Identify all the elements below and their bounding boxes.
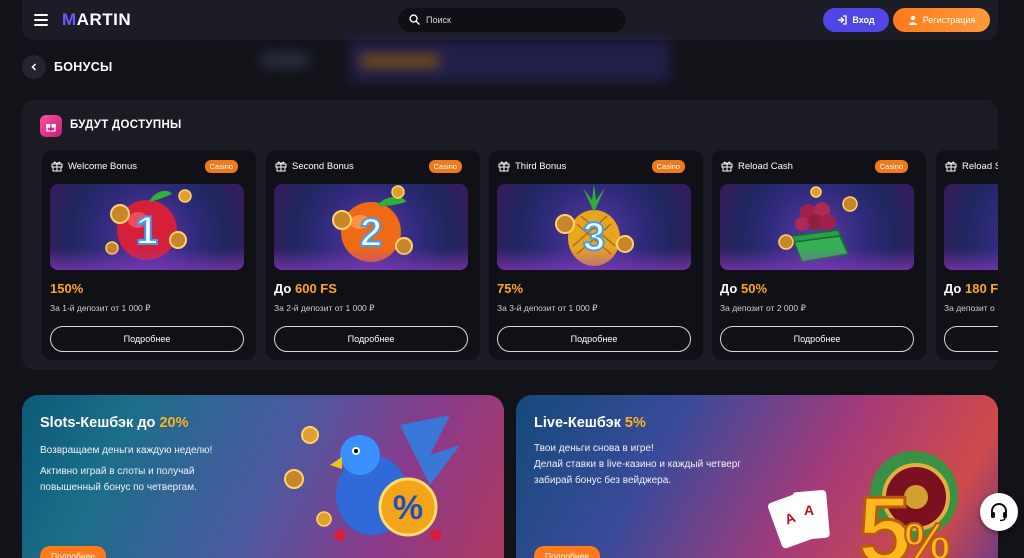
casino-badge: Casino: [428, 160, 462, 173]
bonus-description: За 2-й депозит от 1 000 ₽: [274, 303, 375, 313]
slots-cashback-banner[interactable]: Slots-Кешбэк до 20% Возвращаем деньги ка…: [22, 395, 504, 558]
bonus-card: Reload S До 180 F За депозит о: [936, 150, 998, 360]
card-title: Welcome Bonus: [68, 161, 137, 172]
promo-text: Возвращаем деньги каждую неделю!: [40, 445, 213, 456]
login-button[interactable]: Вход: [823, 8, 889, 32]
bonus-card: Second Bonus Casino 2 До 600 FS За 2-й д…: [266, 150, 480, 360]
promo-title: Slots-Кешбэк до 20%: [40, 415, 188, 431]
amount-value: 180 F: [964, 281, 998, 296]
details-button[interactable]: Подробнее: [497, 326, 691, 352]
bonus-amount: 75%: [497, 281, 523, 296]
bonus-amount: До 180 F: [944, 281, 998, 296]
amount-prefix: До: [720, 281, 741, 296]
bonus-description: За 3-й депозит от 1 000 ₽: [497, 303, 598, 313]
bonus-amount: До 50%: [720, 281, 767, 296]
promo-text: повышенный бонус по четвергам.: [40, 482, 197, 493]
details-button[interactable]: Подробнее: [720, 326, 914, 352]
promo-text: Твои деньги снова в игре!: [534, 443, 654, 454]
amount-value: 75%: [497, 281, 524, 296]
svg-text:%: %: [393, 489, 423, 527]
chevron-left-icon: [31, 63, 37, 71]
register-label: Регистрация: [922, 15, 976, 25]
gift-icon: [51, 161, 63, 172]
bonus-card: Third Bonus Casino 3 75% За 3-й депозит …: [489, 150, 703, 360]
promo-title-text: Slots-Кешбэк до: [40, 415, 160, 431]
svg-text:%: %: [904, 513, 950, 558]
digit-label: 1: [136, 209, 158, 253]
bonus-description: За депозит от 2 000 ₽: [720, 303, 806, 313]
bonus-amount: До 600 FS: [274, 281, 337, 296]
casino-badge: Casino: [651, 160, 685, 173]
gift-icon: [40, 115, 62, 137]
logo-text: ARTIN: [76, 10, 132, 29]
gift-icon: [498, 161, 510, 172]
available-bonuses-section: БУДУТ ДОСТУПНЫ Welcome Bonus Casino 1 15…: [22, 100, 998, 370]
card-title: Reload S: [962, 161, 998, 172]
menu-icon[interactable]: [34, 14, 48, 26]
user-icon: [908, 15, 917, 25]
background-decoration: [250, 40, 670, 82]
casino-five-percent-illustration: A A 5 %: [767, 451, 958, 558]
amount-value: 50%: [740, 281, 768, 296]
promo-text: забирай бонус без вейджера.: [534, 475, 672, 486]
card-title: Second Bonus: [292, 161, 354, 172]
promo-title-highlight: 5%: [624, 415, 646, 431]
amount-prefix: До: [944, 281, 965, 296]
login-label: Вход: [852, 15, 875, 25]
search-box[interactable]: [398, 8, 626, 32]
bonus-description: За 1-й депозит от 1 000 ₽: [50, 303, 151, 313]
login-icon: [838, 15, 848, 25]
amount-prefix: До: [274, 281, 295, 296]
card-title: Reload Cash: [738, 161, 793, 172]
casino-badge: Casino: [204, 160, 238, 173]
support-chat-button[interactable]: [980, 493, 1018, 531]
back-button[interactable]: [22, 55, 46, 79]
casino-badge: Casino: [874, 160, 908, 173]
bonus-card: Welcome Bonus Casino 1 150% За 1-й депоз…: [42, 150, 256, 360]
details-button[interactable]: Подробнее: [50, 326, 244, 352]
promo-title-text: Live-Кешбэк: [534, 415, 625, 431]
gift-icon: [721, 161, 733, 172]
bonus-illustration: 3: [497, 184, 691, 270]
bonus-illustration: [720, 184, 914, 270]
bonus-card: Reload Cash Casino До 50% За депозит от …: [712, 150, 926, 360]
bonus-description: За депозит о: [944, 303, 995, 313]
promo-text: Активно играй в слоты и получай: [40, 466, 195, 477]
register-button[interactable]: Регистрация: [893, 8, 990, 32]
gift-icon: [945, 161, 957, 172]
details-button[interactable]: Подробнее: [274, 326, 468, 352]
gift-icon: [275, 161, 287, 172]
digit-label: 2: [360, 211, 382, 255]
headset-icon: [991, 503, 1007, 522]
amount-value: 150%: [50, 281, 84, 296]
amount-value: 600 FS: [294, 281, 337, 296]
parrot-illustration: %: [284, 415, 460, 541]
section-title: БУДУТ ДОСТУПНЫ: [70, 119, 182, 131]
details-button[interactable]: [944, 326, 998, 352]
promo-title-highlight: 20%: [159, 415, 189, 431]
live-cashback-banner[interactable]: Live-Кешбэк 5% Твои деньги снова в игре!…: [516, 395, 998, 558]
promo-text: Делай ставки в live-казино и каждый четв…: [534, 459, 741, 470]
bonus-illustration: 2: [274, 184, 468, 270]
card-title: Third Bonus: [515, 161, 567, 172]
page-title: БОНУСЫ: [54, 60, 113, 74]
promo-title: Live-Кешбэк 5%: [534, 415, 646, 431]
bonus-illustration: [944, 184, 998, 270]
bonus-amount: 150%: [50, 281, 83, 296]
bonus-illustration: 1: [50, 184, 244, 270]
logo[interactable]: MARTIN: [62, 10, 131, 30]
promo-details-button[interactable]: Подробнее: [40, 546, 106, 558]
search-icon: [409, 14, 420, 25]
top-header: MARTIN Вход Регистрация: [22, 0, 998, 40]
svg-text:A: A: [804, 502, 814, 518]
digit-label: 3: [583, 215, 605, 259]
search-input[interactable]: [426, 8, 616, 32]
promo-details-button[interactable]: Подробнее: [534, 546, 600, 558]
